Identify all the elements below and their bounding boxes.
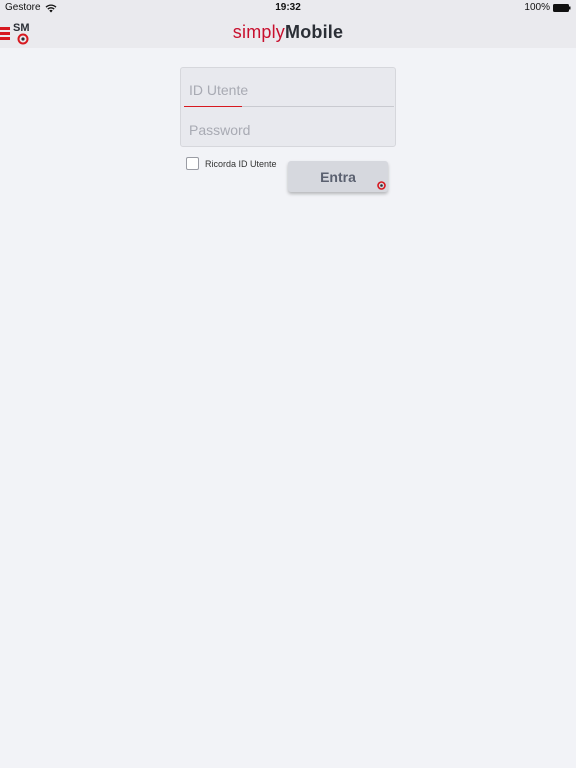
remember-user-row: Ricorda ID Utente [186, 157, 277, 170]
password-input[interactable] [189, 120, 389, 140]
login-button[interactable]: Entra [288, 161, 388, 192]
brand-logo: simplyMobile [0, 22, 576, 43]
battery-icon [553, 3, 571, 12]
login-button-label: Entra [320, 168, 356, 185]
status-bar: Gestore 19:32 100% [0, 0, 576, 16]
status-time: 19:32 [275, 2, 301, 13]
remember-user-checkbox[interactable] [186, 157, 199, 170]
remember-user-label[interactable]: Ricorda ID Utente [205, 159, 277, 169]
brand-part-mobile: Mobile [285, 22, 344, 42]
username-input[interactable] [189, 80, 389, 100]
battery-percent: 100% [524, 2, 550, 13]
field-focus-indicator [184, 106, 242, 107]
login-form [180, 67, 396, 147]
status-right: 100% [524, 2, 571, 13]
navigation-header: SM simplyMobile [0, 16, 576, 48]
brand-part-simply: simply [232, 22, 285, 42]
target-icon [377, 181, 386, 190]
